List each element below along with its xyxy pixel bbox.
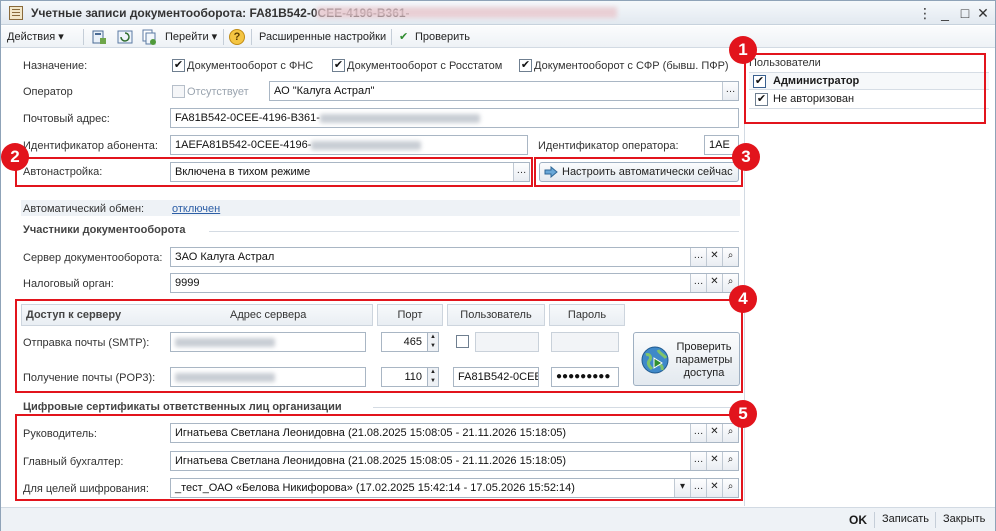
purpose-label: Назначение: (23, 60, 88, 72)
goto-label: Перейти (165, 31, 209, 43)
ok-button[interactable]: OK (849, 513, 867, 527)
server-field[interactable]: ЗАО Калуга Астрал … ✕ ⌕ (170, 247, 739, 267)
actions-menu[interactable]: Действия ▾ (7, 29, 64, 45)
operator-value: АО "Калуга Астрал" (274, 85, 375, 97)
callout-box-users (744, 53, 986, 124)
purpose-fns-label: Документооборот с ФНС (187, 60, 314, 72)
server-label: Сервер документооборота: (23, 252, 163, 264)
callout-badge: 1 (729, 36, 757, 64)
footer-bar: OK Записать Закрыть (1, 507, 995, 531)
document-icon (9, 6, 23, 20)
purpose-rosstat-checkbox[interactable]: ✔ (332, 59, 345, 72)
tax-value: 9999 (175, 277, 200, 289)
callout-box-autoconfig-now (534, 157, 743, 187)
save-record-icon[interactable] (91, 29, 107, 45)
mail-label: Почтовый адрес: (23, 113, 110, 125)
minimize-button[interactable]: _ (937, 5, 953, 21)
purpose-sfr-label: Документооборот с СФР (бывш. ПФР) (534, 60, 729, 72)
save-button[interactable]: Записать (882, 513, 929, 525)
callout-badge: 3 (732, 143, 760, 171)
operator-label: Оператор (23, 86, 73, 98)
server-clear-icon[interactable]: ✕ (706, 248, 722, 266)
actions-label: Действия (7, 31, 56, 43)
footer-separator (935, 512, 936, 528)
toolbar-separator (223, 29, 224, 45)
purpose-fns-checkbox[interactable]: ✔ (172, 59, 185, 72)
purpose-rosstat-label: Документооборот с Росстатом (347, 60, 503, 72)
participants-section-title: Участники документооборота (23, 224, 186, 236)
callout-box-autoconfig (15, 157, 533, 187)
callout-badge: 4 (729, 285, 757, 313)
callout-badge: 2 (1, 143, 29, 171)
checkmark-icon: ✔ (399, 31, 409, 43)
tax-label: Налоговый орган: (23, 278, 114, 290)
title-bar: Учетные записи документооборота: FA81B54… (1, 1, 995, 25)
certificates-section-title: Цифровые сертификаты ответственных лиц о… (23, 401, 342, 413)
close-button[interactable]: Закрыть (943, 513, 985, 525)
purpose-sfr-checkbox[interactable]: ✔ (519, 59, 532, 72)
callout-badge: 5 (729, 400, 757, 428)
subscriber-id-label: Идентификатор абонента: (23, 140, 158, 152)
auto-exchange-label: Автоматический обмен: (23, 203, 145, 215)
check-button[interactable]: Проверить (415, 29, 470, 45)
server-open-icon[interactable]: ⌕ (722, 248, 738, 266)
tax-clear-icon[interactable]: ✕ (706, 274, 722, 292)
toolbar: Действия ▾ Перейти ▾ ? Расширенные настр… (1, 26, 995, 48)
subscriber-id-value: 1AEFA81B542-0CEE-4196- (175, 139, 312, 151)
section-divider (209, 231, 739, 232)
subscriber-id-redacted (311, 140, 422, 150)
refresh-icon[interactable] (117, 29, 133, 45)
toolbar-separator (251, 29, 252, 45)
menu-icon[interactable]: ⋮ (917, 5, 933, 21)
subscriber-id-field[interactable]: 1AEFA81B542-0CEE-4196- (170, 135, 528, 155)
operator-id-value: 1AE (709, 139, 730, 151)
callout-box-server-access (15, 299, 743, 393)
goto-menu[interactable]: Перейти ▾ (165, 29, 217, 45)
operator-absent-checkbox[interactable] (172, 85, 185, 98)
section-divider (373, 407, 739, 408)
auto-exchange-link[interactable]: отключен (172, 203, 220, 215)
help-button[interactable]: ? (229, 29, 245, 45)
callout-box-certificates (15, 414, 743, 501)
footer-separator (874, 512, 875, 528)
maximize-button[interactable]: □ (957, 5, 973, 21)
operator-field[interactable]: АО "Калуга Астрал" … (269, 81, 739, 101)
operator-absent-label: Отсутствует (187, 86, 249, 98)
mail-redacted (319, 113, 480, 123)
advanced-settings-button[interactable]: Расширенные настройки (259, 29, 386, 45)
accounts-window: Учетные записи документооборота: FA81B54… (0, 0, 996, 531)
toolbar-separator (83, 29, 84, 45)
mail-field[interactable]: FA81B542-0CEE-4196-B361- (170, 108, 739, 128)
operator-id-label: Идентификатор оператора: (538, 140, 679, 152)
copy-icon[interactable] (141, 29, 157, 45)
server-value: ЗАО Калуга Астрал (175, 251, 275, 263)
tax-field[interactable]: 9999 … ✕ ⌕ (170, 273, 739, 293)
mail-value: FA81B542-0CEE-4196-B361- (175, 112, 320, 124)
tax-select-button[interactable]: … (690, 274, 706, 292)
toolbar-separator (391, 29, 392, 45)
server-select-button[interactable]: … (690, 248, 706, 266)
title-redacted (317, 7, 617, 18)
close-window-button[interactable]: ✕ (975, 5, 991, 21)
operator-select-button[interactable]: … (722, 82, 738, 100)
